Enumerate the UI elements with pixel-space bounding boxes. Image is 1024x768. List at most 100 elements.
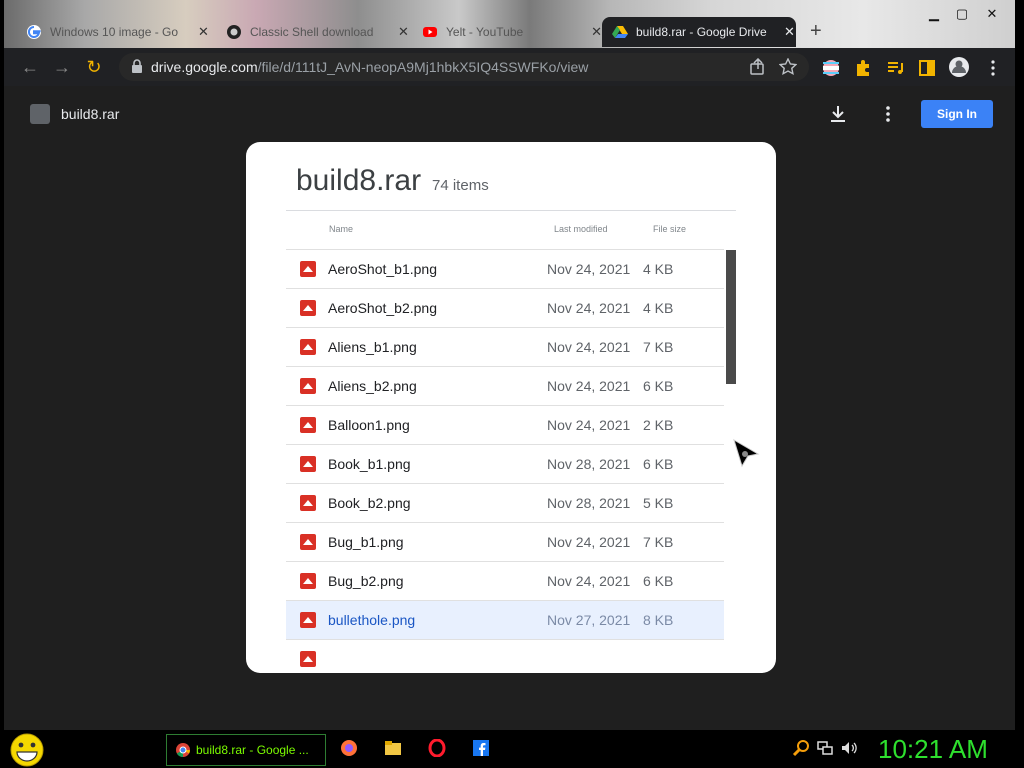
address-bar[interactable]: drive.google.com/file/d/111tJ_AvN-neopA9… [119, 53, 809, 81]
sign-in-button[interactable]: Sign In [921, 100, 993, 128]
file-row[interactable]: AeroShot_b2.png Nov 24, 2021 4 KB [286, 288, 724, 327]
file-size: 6 KB [643, 573, 674, 589]
file-row[interactable]: Aliens_b2.png Nov 24, 2021 6 KB [286, 366, 724, 405]
url-text: drive.google.com/file/d/111tJ_AvN-neopA9… [151, 59, 588, 75]
file-row[interactable]: Book_b1.png Nov 28, 2021 6 KB [286, 444, 724, 483]
tab-close-icon[interactable]: ✕ [591, 24, 602, 40]
browser-toolbar: ← → ↻ drive.google.com/file/d/111tJ_AvN-… [4, 48, 1015, 86]
file-modified: Nov 24, 2021 [547, 573, 631, 589]
share-icon[interactable] [749, 58, 767, 76]
file-row[interactable]: AeroShot_b1.png Nov 24, 2021 4 KB [286, 249, 724, 288]
tab-close-icon[interactable]: ✕ [784, 24, 795, 40]
archive-item-count: 74 items [432, 177, 489, 194]
tab-strip: Windows 10 image - Go ✕ Classic Shell do… [4, 0, 1015, 48]
file-modified: Nov 24, 2021 [547, 417, 631, 433]
file-row[interactable]: Bug_b2.png Nov 24, 2021 6 KB [286, 561, 724, 600]
tab-youtube[interactable]: Yelt - YouTube ✕ [412, 17, 602, 47]
file-size: 7 KB [643, 339, 674, 355]
file-size: 2 KB [643, 417, 674, 433]
tab-title: Windows 10 image - Go [50, 25, 179, 39]
file-name: Bug_b1.png [328, 534, 404, 550]
file-size: 4 KB [643, 300, 674, 316]
reload-icon[interactable]: ↻ [84, 57, 104, 77]
archive-contents-card: build8.rar 74 items Name Last modified F… [246, 142, 776, 673]
maximize-icon[interactable]: ▢ [954, 6, 970, 22]
tab-classic-shell[interactable]: Classic Shell download ✕ [216, 17, 412, 47]
media-queue-icon[interactable] [886, 59, 904, 77]
taskbar: build8.rar - Google ... 10:21 AM [0, 732, 1024, 768]
file-size: 4 KB [643, 261, 674, 277]
file-modified: Nov 24, 2021 [547, 300, 631, 316]
viewer-file-title: build8.rar [61, 106, 120, 122]
browser-window: Windows 10 image - Go ✕ Classic Shell do… [4, 0, 1015, 730]
column-header-name: Name [329, 224, 354, 234]
tab-google-drive-active[interactable]: build8.rar - Google Drive ✕ [602, 17, 796, 47]
extensions-puzzle-icon[interactable] [854, 59, 872, 77]
file-row[interactable]: Balloon1.png Nov 24, 2021 2 KB [286, 405, 724, 444]
network-icon[interactable] [816, 739, 834, 757]
youtube-icon [423, 27, 437, 37]
tab-google-search[interactable]: Windows 10 image - Go ✕ [16, 17, 216, 47]
volume-icon[interactable] [840, 739, 858, 757]
bookmark-star-icon[interactable] [779, 58, 797, 76]
file-row[interactable]: bullethole.png Nov 27, 2021 8 KB [286, 600, 724, 639]
column-header-modified: Last modified [554, 224, 608, 234]
forward-icon[interactable]: → [52, 57, 72, 77]
image-file-icon [300, 612, 316, 628]
image-file-icon [300, 456, 316, 472]
back-icon[interactable]: ← [20, 57, 40, 77]
image-file-icon [300, 573, 316, 589]
tab-title: build8.rar - Google Drive [636, 25, 767, 39]
file-list-scrollbar[interactable] [726, 250, 736, 384]
drive-icon [612, 26, 628, 38]
file-modified: Nov 28, 2021 [547, 456, 631, 472]
file-row[interactable]: Bug_b1.png Nov 24, 2021 7 KB [286, 522, 724, 561]
search-icon[interactable] [792, 739, 810, 757]
facebook-icon[interactable] [472, 739, 490, 757]
firefox-icon[interactable] [340, 739, 358, 757]
google-icon [27, 25, 41, 39]
tab-title: Classic Shell download [250, 25, 374, 39]
start-smiley-icon[interactable] [8, 732, 46, 768]
download-icon[interactable] [828, 104, 848, 124]
file-list: AeroShot_b1.png Nov 24, 2021 4 KB AeroShot_… [286, 249, 724, 673]
viewer-header: build8.rar Sign In [4, 86, 1015, 142]
file-explorer-icon[interactable] [384, 739, 402, 757]
file-modified: Nov 24, 2021 [547, 261, 631, 277]
more-options-icon[interactable] [878, 104, 898, 124]
profile-avatar-icon[interactable] [948, 56, 970, 78]
file-name: bullethole.png [328, 612, 416, 628]
file-size: 7 KB [643, 534, 674, 550]
file-modified: Nov 24, 2021 [547, 339, 631, 355]
taskbar-clock[interactable]: 10:21 AM [878, 734, 988, 765]
tab-close-icon[interactable]: ✕ [198, 24, 209, 40]
file-row[interactable]: Book_b2.png Nov 28, 2021 5 KB [286, 483, 724, 522]
minimize-icon[interactable]: ▁ [926, 6, 942, 22]
browser-menu-icon[interactable] [984, 59, 1002, 77]
file-size: 8 KB [643, 612, 674, 628]
new-tab-icon[interactable]: + [810, 20, 822, 43]
extension-flag-icon[interactable] [822, 59, 840, 77]
url-host: drive.google.com [151, 59, 258, 75]
header-divider [286, 210, 736, 211]
chrome-icon [176, 743, 191, 758]
archive-title: build8.rar [296, 164, 422, 197]
taskbar-task-title: build8.rar - Google ... [196, 743, 309, 757]
file-name: Book_b2.png [328, 495, 411, 511]
taskbar-chrome-window[interactable]: build8.rar - Google ... [166, 734, 326, 766]
file-size: 6 KB [643, 378, 674, 394]
mouse-cursor-icon [733, 438, 760, 468]
file-name: Bug_b2.png [328, 573, 404, 589]
file-row[interactable]: Aliens_b1.png Nov 24, 2021 7 KB [286, 327, 724, 366]
tab-close-icon[interactable]: ✕ [398, 24, 409, 40]
file-modified: Nov 24, 2021 [547, 534, 631, 550]
opera-icon[interactable] [428, 739, 446, 757]
image-file-icon [300, 300, 316, 316]
close-window-icon[interactable]: ✕ [984, 6, 1000, 22]
file-row-partial[interactable] [286, 639, 724, 673]
lock-icon [132, 59, 142, 73]
file-size: 6 KB [643, 456, 674, 472]
file-modified: Nov 27, 2021 [547, 612, 631, 628]
url-path: /file/d/111tJ_AvN-neopA9Mj1hbkX5IQ4SSWFK… [257, 59, 589, 75]
side-panel-icon[interactable] [918, 59, 936, 77]
